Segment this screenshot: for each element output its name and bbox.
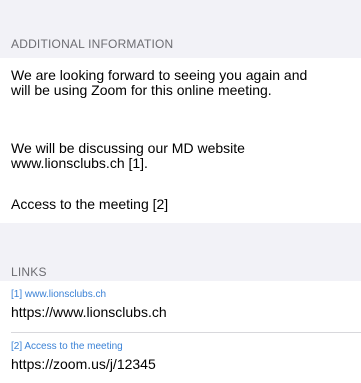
event-details-page: ADDITIONAL INFORMATION We are looking fo… — [0, 0, 361, 383]
info-paragraph-website: We will be discussing our MD website www… — [11, 140, 245, 171]
link-caption-meeting[interactable]: [2] Access to the meeting — [11, 341, 123, 352]
additional-info-card: We are looking forward to seeing you aga… — [0, 58, 361, 223]
link-row-meeting[interactable]: [2] Access to the meeting https://zoom.u… — [0, 333, 361, 383]
links-card: [1] www.lionsclubs.ch https://www.lionsc… — [0, 281, 361, 383]
additional-info-header: ADDITIONAL INFORMATION — [11, 37, 174, 51]
link-url-website[interactable]: https://www.lionsclubs.ch — [11, 304, 167, 320]
link-row-website[interactable]: [1] www.lionsclubs.ch https://www.lionsc… — [0, 281, 361, 332]
link-caption-website[interactable]: [1] www.lionsclubs.ch — [11, 289, 106, 300]
info-paragraph-meeting-access: Access to the meeting [2] — [11, 196, 169, 212]
links-header: LINKS — [11, 265, 47, 279]
info-paragraph-welcome: We are looking forward to seeing you aga… — [11, 67, 308, 98]
link-url-meeting[interactable]: https://zoom.us/j/12345 — [11, 356, 156, 372]
